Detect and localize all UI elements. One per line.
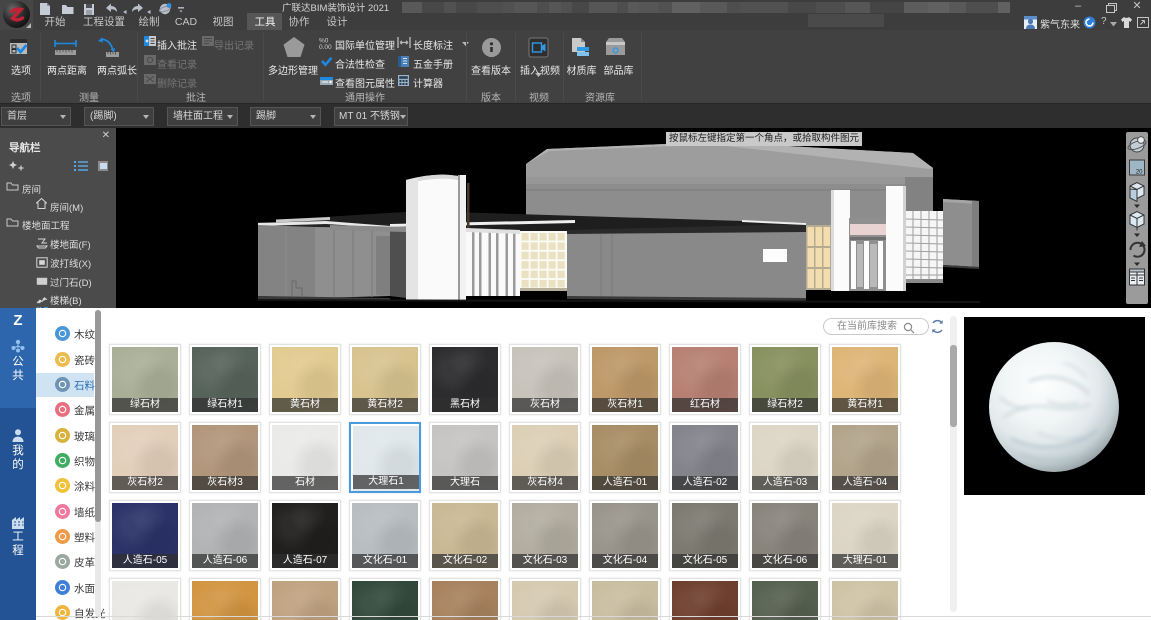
svg-text:0.00: 0.00 (319, 44, 332, 51)
svg-text:20: 20 (1136, 170, 1143, 176)
